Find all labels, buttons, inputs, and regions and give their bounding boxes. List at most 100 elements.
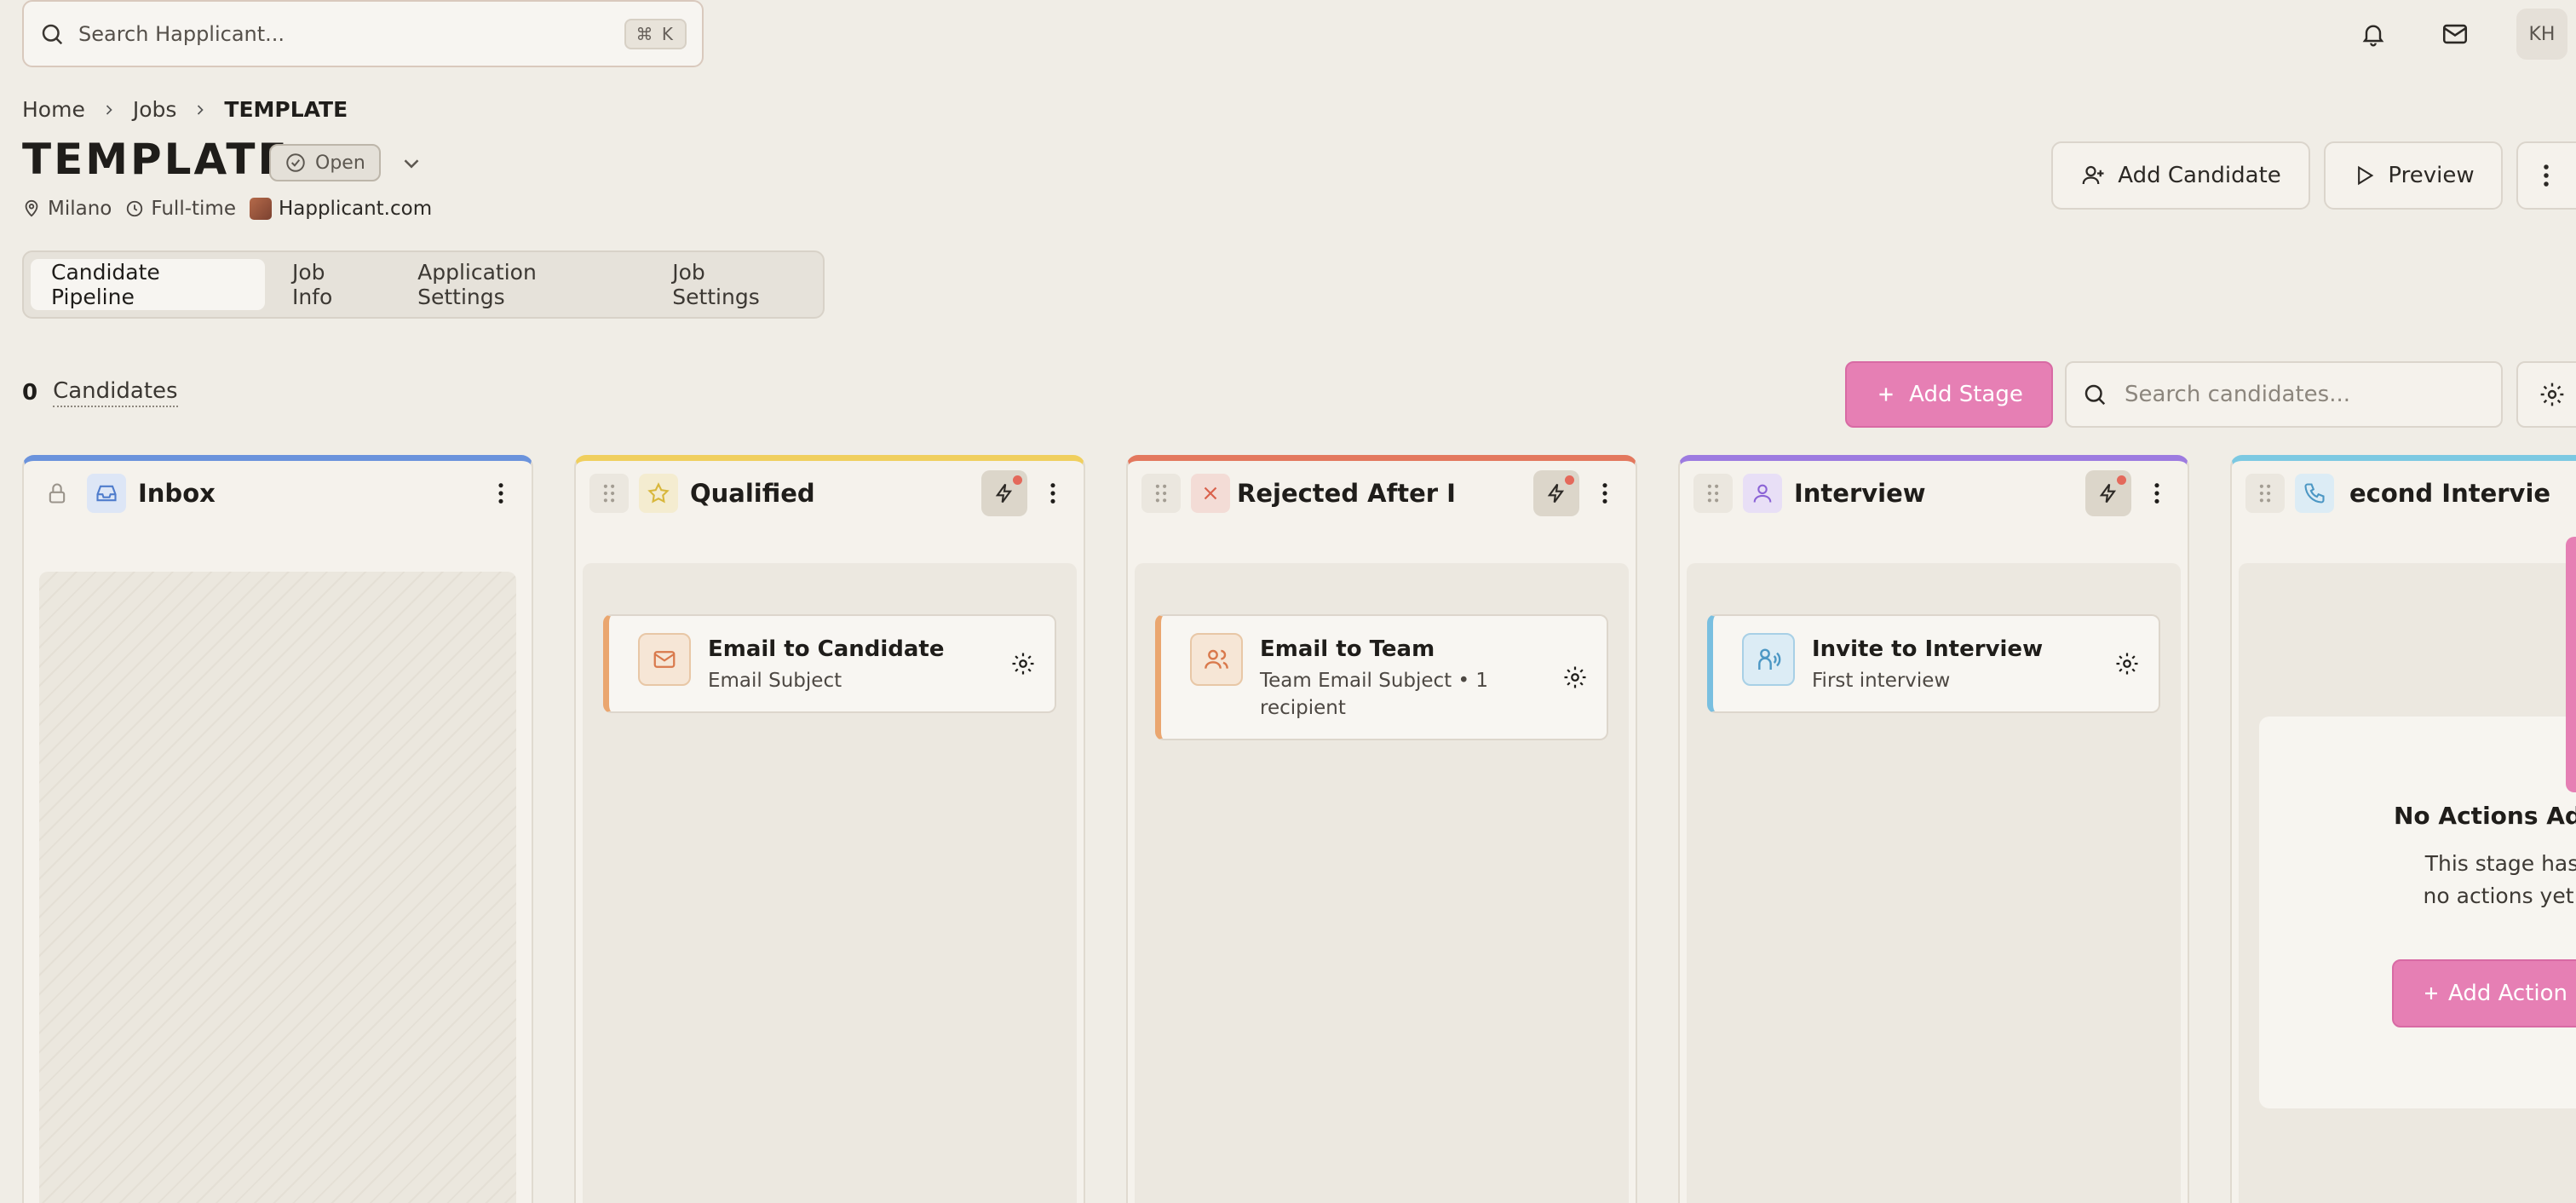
empty-state: No Actions Adde This stage has no action… (2259, 717, 2576, 1108)
status-label: Open (315, 152, 365, 174)
job-type: Full-time (151, 198, 236, 220)
breadcrumb-jobs[interactable]: Jobs (133, 97, 177, 122)
search-placeholder: Search Happlicant... (78, 21, 285, 46)
action-subtitle: Email Subject (708, 670, 842, 692)
plus-icon (2421, 983, 2441, 1004)
avatar[interactable]: KH (2516, 9, 2567, 60)
map-pin-icon (22, 199, 41, 218)
stage-body: Invite to Interview First interview (1687, 563, 2181, 1203)
shortcut-hint: ⌘ K (624, 18, 687, 49)
automation-button[interactable] (1533, 470, 1579, 516)
chevron-right-icon (192, 101, 209, 118)
action-card-email-candidate[interactable]: Email to Candidate Email Subject (603, 614, 1056, 713)
gear-icon[interactable] (1010, 651, 1036, 676)
action-subtitle: Team Email Subject • 1 recipient (1260, 670, 1489, 719)
company-name: Happlicant.com (278, 198, 433, 220)
automation-button[interactable] (2085, 470, 2131, 516)
add-stage-button[interactable]: Add Stage (1845, 361, 2053, 428)
tab-job-info[interactable]: Job Info (272, 259, 390, 310)
global-search[interactable]: Search Happlicant... ⌘ K (22, 0, 704, 67)
star-icon (639, 474, 678, 513)
drag-handle-icon[interactable] (1693, 474, 1733, 513)
stage-title: Interview (1794, 479, 1926, 508)
action-card-email-team[interactable]: Email to Team Team Email Subject • 1 rec… (1155, 614, 1608, 740)
stage-header: econd Intervie (2232, 461, 2576, 526)
preview-label: Preview (2388, 163, 2475, 188)
stage-menu-icon[interactable] (1588, 472, 1622, 515)
stage-column-interview: Interview Invite to Interview First inte… (1678, 455, 2189, 1203)
more-actions-button[interactable] (2516, 141, 2576, 210)
preview-button[interactable]: Preview (2324, 141, 2503, 210)
drag-handle-icon[interactable] (1141, 474, 1181, 513)
candidate-count-value: 0 (22, 380, 38, 406)
close-icon (1191, 474, 1230, 513)
add-action-label: Add Action (2447, 981, 2568, 1006)
search-icon (2082, 382, 2107, 407)
status-badge[interactable]: Open (269, 144, 381, 181)
add-candidate-label: Add Candidate (2118, 163, 2281, 188)
empty-text: This stage has no actions yet. (2423, 851, 2576, 908)
job-tabs: Candidate Pipeline Job Info Application … (22, 250, 825, 319)
bell-icon[interactable] (2348, 9, 2399, 60)
drag-handle-icon[interactable] (2245, 474, 2285, 513)
stage-dropzone (39, 572, 516, 1203)
bolt-icon (992, 481, 1016, 505)
stage-header: Interview (1680, 461, 2188, 526)
candidate-search-input[interactable]: Search candidates... (2065, 361, 2503, 428)
action-subtitle: First interview (1812, 670, 1951, 692)
action-card-invite-interview[interactable]: Invite to Interview First interview (1707, 614, 2160, 713)
voice-icon (1742, 633, 1795, 686)
add-stage-label: Add Stage (1909, 382, 2023, 407)
stage-menu-icon[interactable] (2140, 472, 2174, 515)
job-meta: Milano Full-time Happlicant.com (22, 198, 432, 220)
gear-icon (2539, 381, 2566, 408)
plus-icon (1875, 383, 1897, 406)
search-icon (39, 21, 65, 47)
stage-title: Qualified (690, 479, 815, 508)
pipeline-settings-button[interactable] (2516, 361, 2576, 428)
inbox-icon (87, 474, 126, 513)
breadcrumb-current: TEMPLATE (224, 97, 348, 122)
stage-title: Inbox (138, 479, 216, 508)
gear-icon[interactable] (2114, 651, 2140, 676)
candidate-count: 0 Candidates (22, 378, 178, 407)
page-title: TEMPLATE (22, 135, 290, 184)
tab-application-settings[interactable]: Application Settings (397, 259, 645, 310)
candidates-link[interactable]: Candidates (53, 378, 178, 407)
notification-dot (1565, 475, 1574, 485)
stage-column-inbox: Inbox (22, 455, 533, 1203)
add-action-button[interactable]: Add Action (2392, 959, 2576, 1027)
action-title: Email to Candidate (708, 636, 945, 662)
chevron-down-icon[interactable] (399, 151, 424, 176)
bolt-icon (1544, 481, 1568, 505)
stage-title: Rejected After I (1237, 479, 1456, 508)
drag-handle-icon[interactable] (589, 474, 629, 513)
stage-column-rejected: Rejected After I Email to Team Team Emai… (1126, 455, 1637, 1203)
clock-icon (125, 199, 144, 218)
add-candidate-button[interactable]: Add Candidate (2051, 141, 2310, 210)
more-vertical-icon (2542, 163, 2550, 188)
stage-menu-icon[interactable] (1036, 472, 1070, 515)
gear-icon[interactable] (1562, 665, 1588, 690)
scroll-indicator[interactable] (2566, 537, 2576, 792)
mail-icon[interactable] (2429, 9, 2481, 60)
automation-button[interactable] (981, 470, 1027, 516)
stage-menu-icon[interactable] (484, 472, 518, 515)
tab-candidate-pipeline[interactable]: Candidate Pipeline (31, 259, 265, 310)
action-title: Invite to Interview (1812, 636, 2044, 662)
user-plus-icon (2080, 163, 2106, 188)
stage-body: No Actions Adde This stage has no action… (2239, 563, 2576, 1203)
play-icon (2352, 164, 2376, 187)
stage-header: Inbox (24, 461, 532, 526)
stage-column-second-interview: econd Intervie No Actions Adde This stag… (2230, 455, 2576, 1203)
company-logo (249, 198, 272, 220)
tab-job-settings[interactable]: Job Settings (652, 259, 816, 310)
lock-icon (37, 474, 77, 513)
bolt-icon (2096, 481, 2120, 505)
breadcrumb-home[interactable]: Home (22, 97, 85, 122)
empty-title: No Actions Adde (2394, 802, 2576, 830)
phone-icon (2295, 474, 2334, 513)
breadcrumb: Home Jobs TEMPLATE (22, 97, 348, 122)
stage-body: Email to Candidate Email Subject (583, 563, 1077, 1203)
stage-body: Email to Team Team Email Subject • 1 rec… (1135, 563, 1629, 1203)
